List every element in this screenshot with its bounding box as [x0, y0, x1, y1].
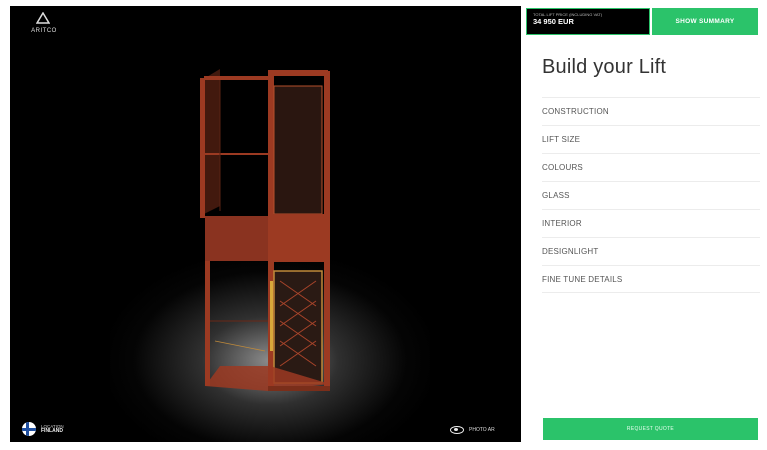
- menu-item-lift-size[interactable]: LIFT SIZE: [542, 125, 760, 153]
- menu-item-fine-tune-details[interactable]: FINE TUNE DETAILS: [542, 265, 760, 293]
- page-title: Build your Lift: [542, 56, 667, 78]
- menu-item-construction[interactable]: CONSTRUCTION: [542, 97, 760, 125]
- location-indicator[interactable]: LOCATION FINLAND: [22, 422, 64, 436]
- eye-icon: [450, 426, 464, 434]
- lift-3d-viewport[interactable]: ARITCO LOCATION FINLAND PHOTO AR: [10, 6, 521, 442]
- menu-item-glass[interactable]: GLASS: [542, 181, 760, 209]
- config-menu: CONSTRUCTION LIFT SIZE COLOURS GLASS INT…: [542, 97, 760, 293]
- show-summary-button[interactable]: SHOW SUMMARY: [652, 8, 758, 35]
- request-quote-button[interactable]: REQUEST QUOTE: [543, 418, 758, 440]
- menu-item-designlight[interactable]: DESIGNLIGHT: [542, 237, 760, 265]
- total-price-box: TOTAL LIFT PRICE (INCLUDING VAT) 34 950 …: [526, 8, 650, 35]
- lift-model: [200, 69, 330, 391]
- brand-logo: ARITCO: [24, 12, 64, 38]
- price-value: 34 950 EUR: [533, 17, 574, 26]
- photo-ar-label: PHOTO AR: [469, 427, 495, 433]
- aritco-logo-icon: [36, 12, 50, 24]
- photo-ar-button[interactable]: PHOTO AR: [450, 426, 495, 434]
- configurator-panel: Build your Lift CONSTRUCTION LIFT SIZE C…: [530, 40, 760, 440]
- finland-flag-icon: [22, 422, 36, 436]
- brand-name: ARITCO: [31, 28, 57, 34]
- location-country: FINLAND: [41, 428, 63, 434]
- menu-item-colours[interactable]: COLOURS: [542, 153, 760, 181]
- menu-item-interior[interactable]: INTERIOR: [542, 209, 760, 237]
